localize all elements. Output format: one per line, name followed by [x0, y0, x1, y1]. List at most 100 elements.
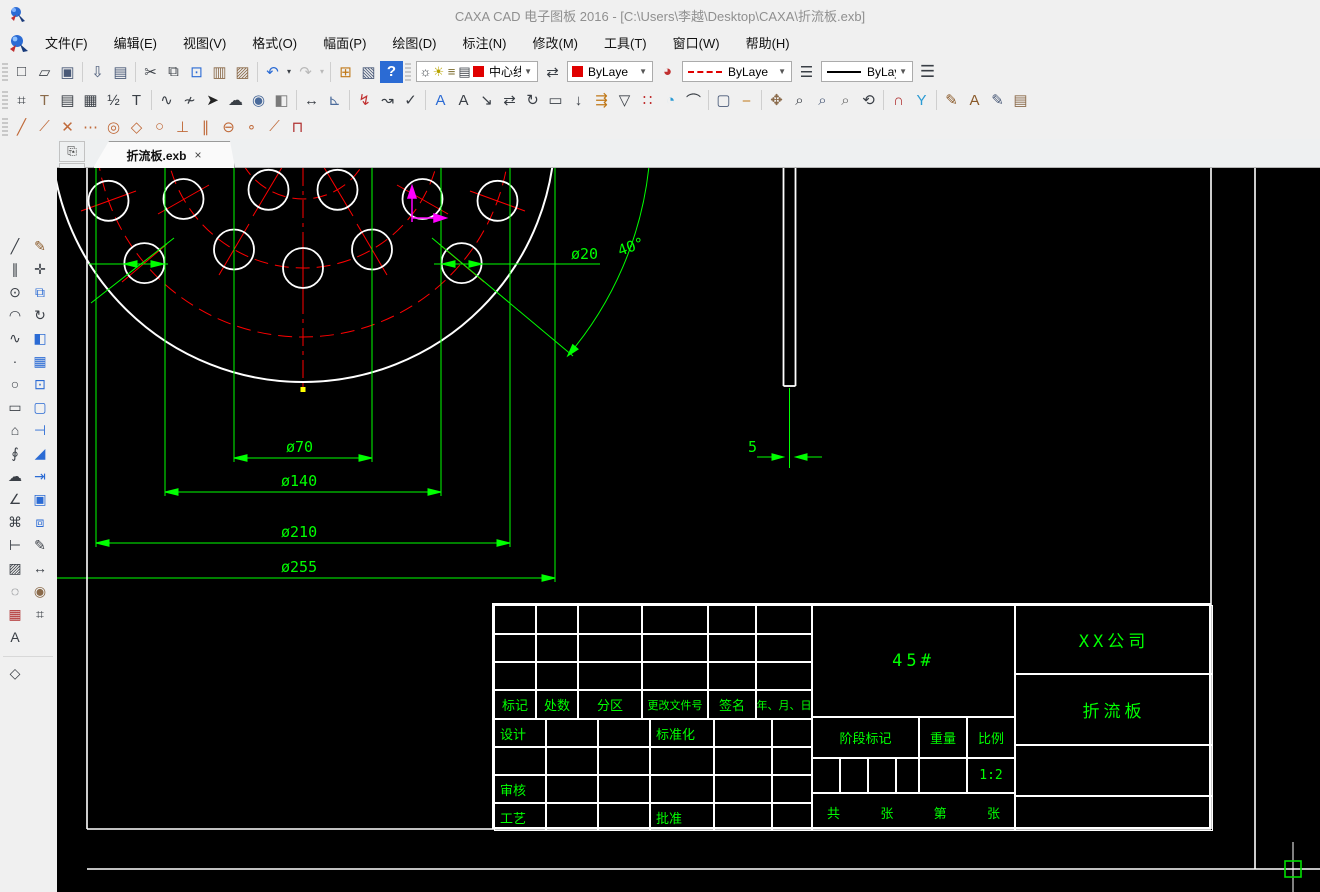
snap-extension-icon[interactable]: ⋯ — [79, 116, 102, 138]
text-brush-icon[interactable]: A — [963, 89, 986, 111]
polyline-tool-icon[interactable]: ∮ — [3, 442, 27, 464]
text-down-icon[interactable]: ↓ — [567, 89, 590, 111]
views-tool-icon[interactable]: ⧈ — [28, 511, 52, 533]
measure-icon[interactable]: ⎯ — [735, 89, 758, 111]
dim-tolerance-icon[interactable]: ✓ — [399, 89, 422, 111]
snap-point-icon[interactable]: ⟋ — [263, 116, 286, 138]
circle-tool-icon[interactable]: ⊙ — [3, 281, 27, 303]
save-icon[interactable]: ▣ — [56, 61, 79, 83]
lineweight-combo[interactable]: ByLayer ▼ — [821, 61, 913, 82]
zoom-window-icon[interactable]: ⌕ — [811, 89, 834, 111]
snap-tangent-icon[interactable]: ○ — [148, 116, 171, 138]
redo-icon[interactable]: ↷ — [294, 61, 317, 83]
magnet-snap-icon[interactable]: ∩ — [887, 89, 910, 111]
quadrant-icon[interactable]: ◔ — [659, 89, 682, 111]
linetype-manager-icon[interactable]: ☰ — [795, 61, 818, 83]
toolbar-grip[interactable] — [2, 62, 8, 81]
hand-save-tool-icon[interactable]: ◉ — [28, 580, 52, 602]
text-flag-icon[interactable]: A — [429, 89, 452, 111]
axis-tool-icon[interactable]: ⊢ — [3, 534, 27, 556]
cloud-tool-icon[interactable]: ☁ — [3, 465, 27, 487]
trim-tool-icon[interactable]: ⊣ — [28, 419, 52, 441]
undo-icon[interactable]: ↶ — [261, 61, 284, 83]
dim-ordinate-icon[interactable]: ⊾ — [323, 89, 346, 111]
extend-tool-icon[interactable]: ⇥ — [28, 465, 52, 487]
stretch-tool-icon[interactable]: ▢ — [28, 396, 52, 418]
text-field-icon[interactable]: A — [452, 89, 475, 111]
dim-brush-icon[interactable]: ✎ — [986, 89, 1009, 111]
drawing-canvas[interactable]: ø20 40° ø70 ø140 ø210 ø255 5 标记 处数 分区 更改… — [57, 168, 1320, 892]
arrow-icon[interactable]: ➤ — [201, 89, 224, 111]
sketch-tool-icon[interactable]: ✎ — [28, 235, 52, 257]
filter-icon[interactable]: Y — [910, 89, 933, 111]
dim-pencil-tool-icon[interactable]: ✎ — [28, 534, 52, 556]
bom-icon[interactable]: T — [125, 89, 148, 111]
cut-icon[interactable]: ✂ — [139, 61, 162, 83]
snap-midpoint-icon[interactable]: ⟋ — [33, 116, 56, 138]
color-combo[interactable]: ByLaye ▼ — [567, 61, 653, 82]
table-plus-tool-icon[interactable]: ▦ — [3, 603, 27, 625]
text-swap-icon[interactable]: ⇄ — [498, 89, 521, 111]
layer-combo[interactable]: ☼ ☀ ≡ ▤ 中心线 ▼ — [416, 61, 538, 82]
help-icon[interactable]: ? — [380, 60, 403, 83]
snap-endpoint-icon[interactable]: ╱ — [10, 116, 33, 138]
toolbar-grip[interactable] — [2, 91, 8, 109]
snap-quadrant-icon[interactable]: ◇ — [125, 116, 148, 138]
snap-nearest-icon[interactable]: ⊖ — [217, 116, 240, 138]
menu-sheet[interactable]: 幅面(P) — [310, 32, 379, 55]
display-settings-icon[interactable]: ▢ — [712, 89, 735, 111]
zoom-back-icon[interactable]: ⟲ — [857, 89, 880, 111]
ellipse-tool-icon[interactable]: ○ — [3, 373, 27, 395]
dim-curve-icon[interactable]: ↝ — [376, 89, 399, 111]
snap-clear-icon[interactable]: ⊓ — [286, 116, 309, 138]
menu-help[interactable]: 帮助(H) — [733, 32, 803, 55]
rectangle-tool-icon[interactable]: ▭ — [3, 396, 27, 418]
snap-center-icon[interactable]: ◎ — [102, 116, 125, 138]
arc-tool-icon[interactable]: ◠ — [3, 304, 27, 326]
dim-leader-icon[interactable]: ↯ — [353, 89, 376, 111]
zoom-in-icon[interactable]: ⌕ — [788, 89, 811, 111]
spline-tool-icon[interactable]: ∿ — [3, 327, 27, 349]
print-icon[interactable]: ▤ — [109, 61, 132, 83]
paste-ruler-tool-icon[interactable]: ⌗ — [28, 603, 52, 625]
paste-icon[interactable]: ▥ — [208, 61, 231, 83]
undo-dropdown[interactable]: ▾ — [284, 61, 294, 83]
notes-icon[interactable]: ▤ — [1009, 89, 1032, 111]
title-block-icon[interactable]: T — [33, 89, 56, 111]
document-tab[interactable]: 折流板.exb × — [93, 141, 235, 168]
snap-intersection-icon[interactable]: ✕ — [56, 116, 79, 138]
property-brush-icon[interactable]: ✎ — [940, 89, 963, 111]
new-icon[interactable]: □ — [10, 61, 33, 83]
menu-draw[interactable]: 绘图(D) — [379, 32, 449, 55]
view-circle-icon[interactable]: ◉ — [247, 89, 270, 111]
text-ruler-icon[interactable]: ⇶ — [590, 89, 613, 111]
menu-edit[interactable]: 编辑(E) — [101, 32, 170, 55]
color-wheel-icon[interactable]: ◕ — [656, 61, 679, 83]
array-tool-icon[interactable]: ▦ — [28, 350, 52, 372]
dim-arrows-tool-icon[interactable]: ↔ — [28, 557, 52, 579]
dim-linear-icon[interactable]: ↔ — [300, 89, 323, 111]
snap-parallel-icon[interactable]: ∥ — [194, 116, 217, 138]
snap-node-icon[interactable]: ∘ — [240, 116, 263, 138]
save-part-icon[interactable]: ⇩ — [86, 61, 109, 83]
redo-dropdown[interactable]: ▾ — [317, 61, 327, 83]
group-tool-icon[interactable]: ◇ — [3, 662, 27, 684]
chamfer-tool-icon[interactable]: ◢ — [28, 442, 52, 464]
datum-icon[interactable]: ▽ — [613, 89, 636, 111]
copy-basepoint-icon[interactable]: ⊡ — [185, 61, 208, 83]
rotate-tool-icon[interactable]: ↻ — [28, 304, 52, 326]
text-tool-icon[interactable]: A — [3, 626, 27, 648]
tab-close-icon[interactable]: × — [195, 148, 202, 162]
toolbar-overflow-icon[interactable]: ☰ — [916, 61, 939, 83]
menu-view[interactable]: 视图(V) — [170, 32, 239, 55]
pan-icon[interactable]: ✥ — [765, 89, 788, 111]
menu-modify[interactable]: 修改(M) — [520, 32, 592, 55]
parallel-tool-icon[interactable]: ∥ — [3, 258, 27, 280]
ole-icon[interactable]: ▧ — [357, 61, 380, 83]
table-icon[interactable]: ▦ — [79, 89, 102, 111]
box-tool-icon[interactable]: ▣ — [28, 488, 52, 510]
serial-number-icon[interactable]: ½ — [102, 89, 125, 111]
menu-window[interactable]: 窗口(W) — [660, 32, 733, 55]
toolbar-grip[interactable] — [405, 62, 411, 81]
move-tool-icon[interactable]: ✛ — [28, 258, 52, 280]
